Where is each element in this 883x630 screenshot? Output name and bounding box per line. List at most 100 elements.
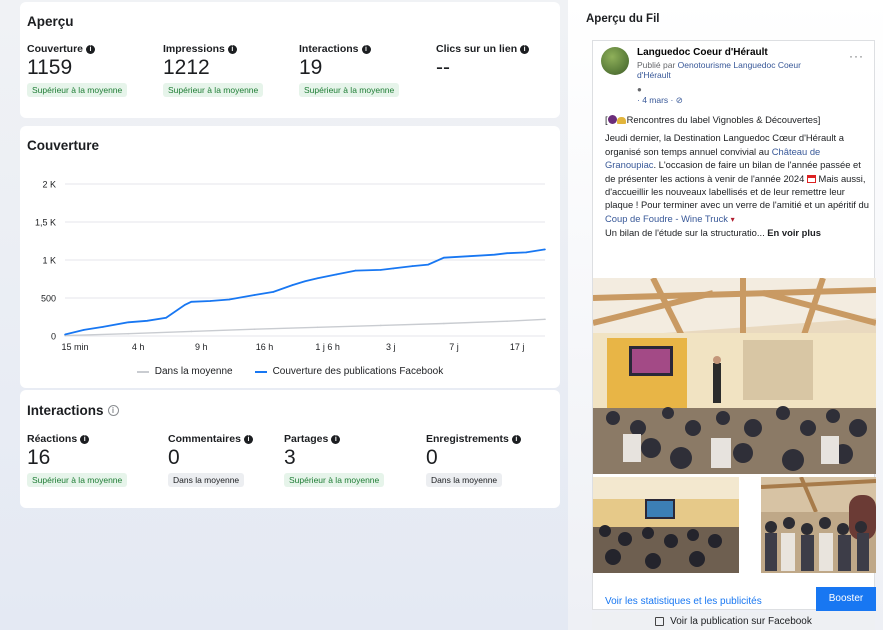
data-point <box>127 321 129 324</box>
x-tick-label: 17 j <box>510 342 525 352</box>
crowd-image <box>761 477 876 573</box>
x-tick-label: 15 min <box>61 342 88 352</box>
interactions-title: Interactions i <box>27 403 119 418</box>
status-badge: Supérieur à la moyenne <box>284 473 385 487</box>
metric-value: 0 <box>426 446 438 469</box>
info-icon[interactable]: i <box>227 44 237 54</box>
data-point <box>468 255 471 257</box>
post-photo-secondary-left[interactable] <box>593 477 739 573</box>
see-more-link[interactable]: En voir plus <box>767 227 821 238</box>
legend-label: Couverture des publications Facebook <box>272 366 444 377</box>
metric-value: 1159 <box>27 56 73 79</box>
interactions-title-text: Interactions <box>27 403 104 418</box>
page-name[interactable]: Languedoc Coeur d'Hérault <box>637 47 768 58</box>
post-photo-main[interactable] <box>593 278 876 474</box>
view-on-facebook-button[interactable]: Voir la publication sur Facebook <box>592 612 875 630</box>
info-icon[interactable]: i <box>107 405 119 416</box>
data-point <box>272 291 275 293</box>
grape-icon <box>607 115 617 124</box>
stats-link[interactable]: Voir les statistiques et les publicités <box>605 596 762 607</box>
status-badge: Dans la moyenne <box>426 473 503 487</box>
info-icon[interactable]: i <box>331 434 341 444</box>
info-icon[interactable]: i <box>80 434 90 444</box>
apercu-title: Aperçu <box>27 14 74 29</box>
metric-impressions: Impressions i 1212 Supérieur à la moyenne <box>163 43 264 98</box>
metric-label: Partages <box>284 433 329 445</box>
data-point <box>443 322 445 325</box>
data-point <box>102 326 104 328</box>
data-point <box>380 269 382 271</box>
legend-label: Dans la moyenne <box>154 366 233 377</box>
data-point <box>127 332 129 335</box>
post-footer: Voir les statistiques et les publicités … <box>593 586 876 611</box>
info-icon[interactable]: i <box>511 434 521 444</box>
view-on-facebook-label: Voir la publication sur Facebook <box>670 615 812 627</box>
data-point <box>392 267 395 270</box>
info-icon[interactable]: i <box>86 44 96 54</box>
legend-swatch <box>136 370 149 373</box>
status-badge: Supérieur à la moyenne <box>27 473 128 487</box>
info-icon[interactable]: i <box>361 44 371 54</box>
published-by: Publié par Oenotourisme Languedoc Coeur … <box>637 60 837 80</box>
data-point <box>209 300 212 302</box>
info-icon[interactable]: i <box>243 434 253 444</box>
post-date[interactable]: · 4 mars · ⊘ <box>637 95 683 106</box>
metric-value: 1212 <box>163 56 210 79</box>
couverture-title: Couverture <box>27 138 100 153</box>
x-tick-label: 3 j <box>386 342 396 352</box>
x-tick-label: 16 h <box>256 342 274 352</box>
post-photo-secondary-right[interactable] <box>761 477 876 573</box>
x-tick-label: 4 h <box>132 342 145 352</box>
legend-swatch <box>254 370 267 373</box>
x-tick-label: 1 j 6 h <box>315 342 340 352</box>
y-tick-label: 1,5 K <box>35 218 56 228</box>
data-point <box>304 280 306 283</box>
x-tick-label: 7 j <box>449 342 459 352</box>
metric-label: Réactions <box>27 433 78 445</box>
conference-room-image <box>593 278 876 474</box>
series-line <box>64 248 546 336</box>
metric-value: 0 <box>168 446 180 469</box>
data-point <box>354 269 357 272</box>
calendar-icon <box>806 174 816 183</box>
metric-label: Interactions <box>299 43 359 55</box>
data-point <box>506 320 508 322</box>
page-info-icon: ● <box>637 85 642 94</box>
y-tick-label: 2 K <box>42 180 56 190</box>
metric-value: 16 <box>27 446 51 469</box>
cheese-icon <box>616 117 626 124</box>
data-point <box>83 329 85 331</box>
more-options-icon[interactable]: ··· <box>849 49 864 63</box>
data-point <box>506 252 508 254</box>
legend-item-avg[interactable]: Dans la moyenne <box>136 366 233 377</box>
legend-item-fb[interactable]: Couverture des publications Facebook <box>254 366 444 377</box>
wine-glass-icon: ▾ <box>730 214 735 224</box>
external-link-icon <box>655 616 665 626</box>
boost-button[interactable]: Booster <box>816 587 876 611</box>
data-point <box>411 265 414 267</box>
data-point <box>253 328 256 330</box>
metric-value: -- <box>436 56 450 79</box>
data-point <box>228 298 230 301</box>
data-point <box>380 324 382 327</box>
page-avatar[interactable] <box>601 47 629 75</box>
status-badge: Supérieur à la moyenne <box>163 83 264 97</box>
data-point <box>427 263 430 266</box>
wine-truck-link[interactable]: Coup de Foudre - Wine Truck <box>605 213 728 224</box>
data-point <box>525 251 527 254</box>
metric-commentaires: Commentaires i 0 Dans la moyenne <box>168 433 253 488</box>
data-point <box>316 277 319 279</box>
data-point <box>291 284 294 286</box>
metric-reactions: Réactions i 16 Supérieur à la moyenne <box>27 433 128 488</box>
metric-partages: Partages i 3 Supérieur à la moyenne <box>284 433 385 488</box>
data-point <box>190 301 193 303</box>
data-point <box>190 330 193 333</box>
data-point <box>184 304 186 306</box>
post-preview-card: Languedoc Coeur d'Hérault ··· Publié par… <box>592 40 876 611</box>
published-by-prefix: Publié par <box>637 60 678 70</box>
y-tick-label: 0 <box>51 332 56 342</box>
metric-label: Enregistrements <box>426 433 509 445</box>
status-badge: Supérieur à la moyenne <box>27 83 128 97</box>
status-badge: Dans la moyenne <box>168 473 245 487</box>
info-icon[interactable]: i <box>520 44 530 54</box>
